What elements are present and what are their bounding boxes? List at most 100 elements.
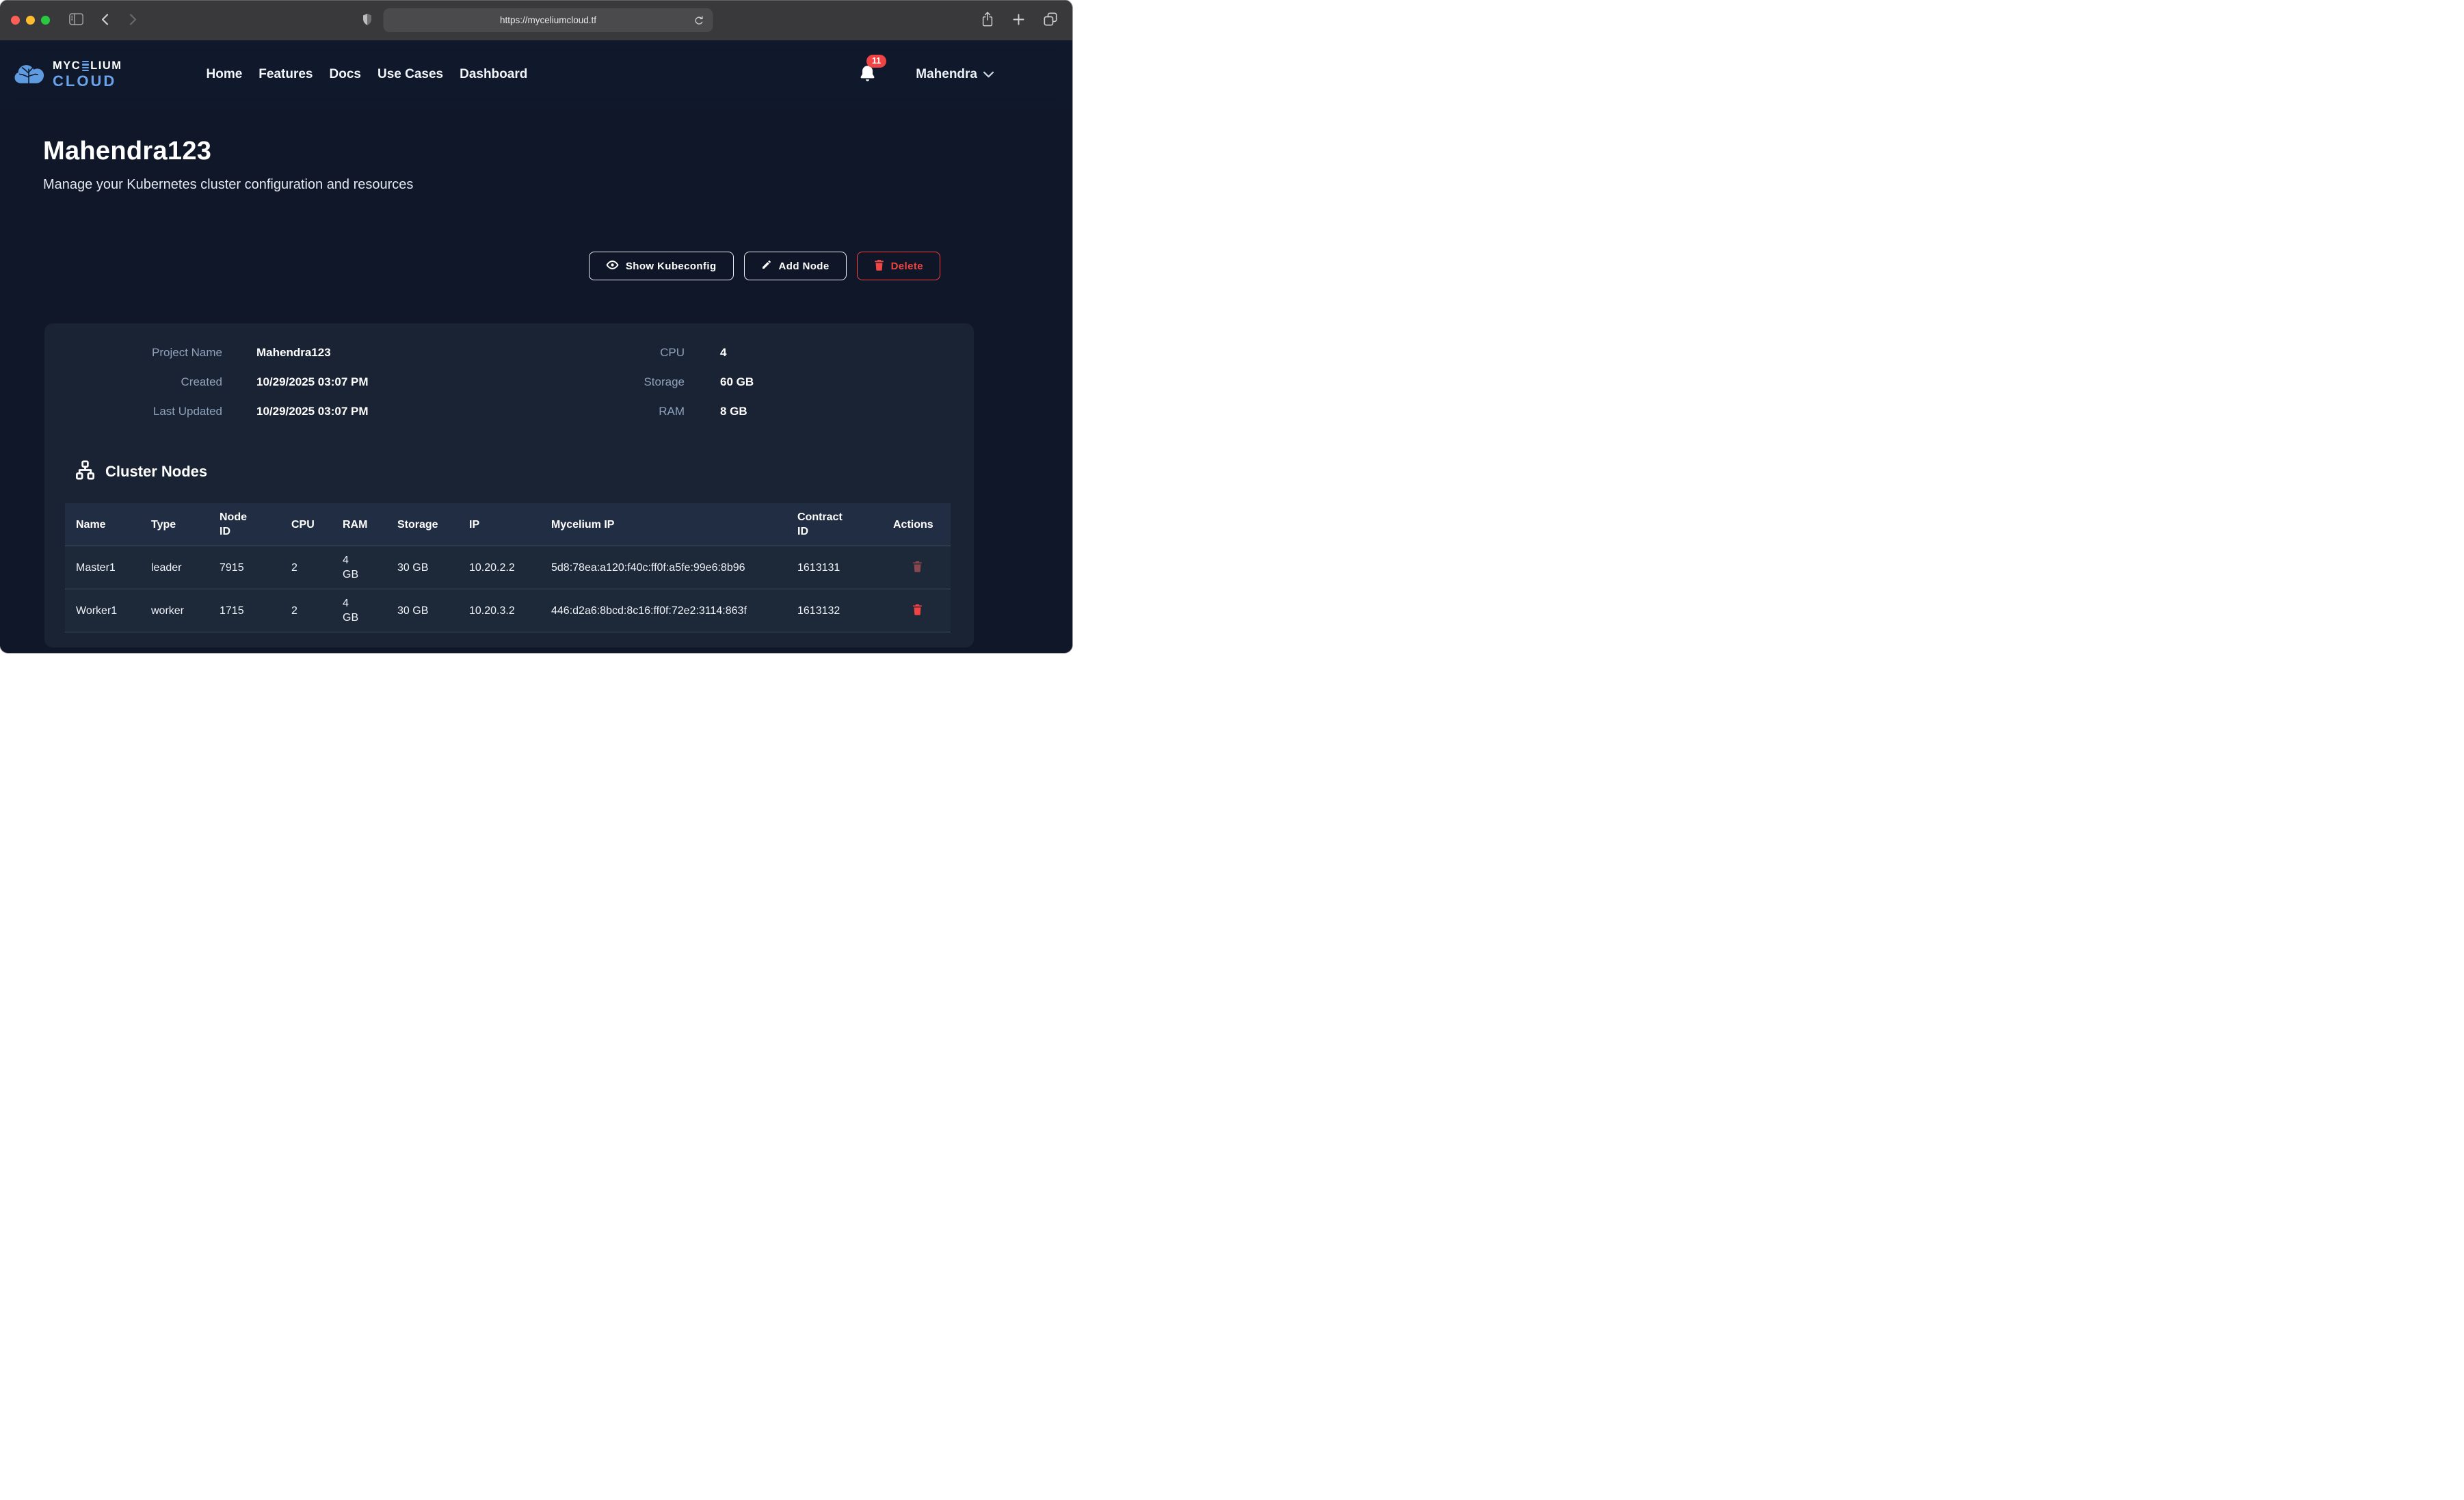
created-value: 10/29/2025 03:07 PM	[256, 375, 508, 389]
page: MYC LIUM CLOUD Home Features Docs Use Ca…	[0, 40, 1072, 653]
nav-item-docs[interactable]: Docs	[330, 67, 361, 82]
nav-menu: Home Features Docs Use Cases Dashboard	[207, 67, 528, 82]
trash-icon	[912, 564, 923, 574]
node-name: Worker1	[65, 597, 140, 625]
new-tab-button[interactable]	[1010, 11, 1027, 30]
nav-item-features[interactable]: Features	[259, 67, 313, 82]
col-header-mycelium-ip: Mycelium IP	[540, 511, 786, 539]
close-window-button[interactable]	[11, 16, 20, 25]
share-button[interactable]	[979, 9, 996, 31]
node-contract-id: 1613132	[786, 597, 882, 625]
node-mycelium-ip: 446:d2a6:8bcd:8c16:ff0f:72e2:3114:863f	[540, 597, 786, 625]
cluster-actions: Show Kubeconfig Add Node	[44, 252, 940, 280]
shield-icon	[362, 13, 373, 28]
nav-item-home[interactable]: Home	[207, 67, 243, 82]
brand-wordmark: MYC LIUM CLOUD	[53, 60, 122, 89]
node-mycelium-ip: 5d8:78ea:a120:f40c:ff0f:a5fe:99e6:8b96	[540, 554, 786, 582]
nav-item-use-cases[interactable]: Use Cases	[377, 67, 443, 82]
table-row: Master1 leader 7915 2 4 GB 30 GB 10.20.2…	[65, 546, 951, 589]
delete-node-button[interactable]	[911, 602, 924, 619]
node-ram: 4 GB	[332, 589, 386, 632]
cpu-label: CPU	[508, 346, 685, 360]
browser-chrome: https://myceliumcloud.tf	[0, 0, 1072, 40]
page-subtitle: Manage your Kubernetes cluster configura…	[43, 177, 1072, 193]
show-kubeconfig-label: Show Kubeconfig	[626, 260, 717, 272]
last-updated-value: 10/29/2025 03:07 PM	[256, 405, 508, 418]
user-menu[interactable]: Mahendra	[916, 67, 994, 82]
node-storage: 30 GB	[386, 554, 458, 582]
node-ip: 10.20.2.2	[458, 554, 540, 582]
main-content: Mahendra123 Manage your Kubernetes clust…	[0, 40, 1072, 647]
col-header-ip: IP	[458, 511, 540, 539]
ram-value: 8 GB	[720, 405, 951, 418]
minimize-window-button[interactable]	[26, 16, 35, 25]
cpu-value: 4	[720, 346, 951, 360]
user-name: Mahendra	[916, 67, 977, 82]
url-bar[interactable]: https://myceliumcloud.tf	[384, 8, 713, 32]
col-header-contract-id: Contract ID	[786, 503, 882, 546]
node-id: 7915	[209, 554, 280, 582]
col-header-name: Name	[65, 511, 140, 539]
trash-icon	[912, 607, 923, 617]
col-header-type: Type	[140, 511, 209, 539]
forward-button[interactable]	[127, 11, 140, 30]
col-header-node-id: Node ID	[209, 503, 280, 546]
show-kubeconfig-button[interactable]: Show Kubeconfig	[589, 252, 734, 280]
node-type: worker	[140, 597, 209, 625]
zoom-window-button[interactable]	[41, 16, 50, 25]
page-title: Mahendra123	[43, 136, 1072, 166]
reload-button[interactable]	[691, 13, 707, 31]
storage-value: 60 GB	[720, 375, 951, 389]
notification-count-badge: 11	[866, 55, 886, 68]
notifications-button[interactable]: 11	[859, 64, 876, 85]
plus-icon	[1013, 14, 1024, 27]
node-ram: 4 GB	[332, 546, 386, 589]
forward-arrow-icon	[129, 14, 137, 27]
share-icon	[981, 12, 994, 29]
last-updated-label: Last Updated	[65, 405, 222, 418]
col-header-actions: Actions	[882, 511, 951, 539]
nav-item-dashboard[interactable]: Dashboard	[460, 67, 527, 82]
stylized-e-icon	[82, 61, 89, 71]
project-info: Project Name Mahendra123 Created 10/29/2…	[65, 346, 951, 418]
col-header-cpu: CPU	[280, 511, 332, 539]
cluster-nodes-icon	[75, 459, 96, 484]
back-button[interactable]	[98, 11, 111, 30]
delete-node-button[interactable]	[911, 559, 924, 576]
project-name-label: Project Name	[65, 346, 222, 360]
chevron-down-icon	[983, 70, 994, 80]
brand-word1-post: LIUM	[90, 60, 122, 72]
table-row: Worker1 worker 1715 2 4 GB 30 GB 10.20.3…	[65, 589, 951, 632]
col-header-ram: RAM	[332, 511, 386, 539]
cluster-nodes-table: Name Type Node ID CPU RAM Storage IP Myc…	[65, 503, 951, 632]
mycelium-cloud-logo-icon	[14, 61, 46, 89]
node-actions	[882, 595, 951, 626]
node-id: 1715	[209, 597, 280, 625]
ram-label: RAM	[508, 405, 685, 418]
table-header-row: Name Type Node ID CPU RAM Storage IP Myc…	[65, 503, 951, 546]
storage-label: Storage	[508, 375, 685, 389]
add-node-button[interactable]: Add Node	[744, 252, 847, 280]
browser-window: https://myceliumcloud.tf	[0, 0, 1072, 653]
delete-cluster-button[interactable]: Delete	[857, 252, 940, 280]
node-ip: 10.20.3.2	[458, 597, 540, 625]
brand-word1-pre: MYC	[53, 60, 81, 72]
back-arrow-icon	[101, 14, 109, 27]
node-name: Master1	[65, 554, 140, 582]
node-actions	[882, 552, 951, 583]
project-name-value: Mahendra123	[256, 346, 508, 360]
reload-icon	[694, 16, 704, 29]
node-cpu: 2	[280, 554, 332, 582]
brand-logo[interactable]: MYC LIUM CLOUD	[14, 60, 122, 89]
delete-label: Delete	[891, 260, 923, 272]
url-text: https://myceliumcloud.tf	[500, 15, 596, 25]
sidebar-icon	[69, 13, 83, 27]
privacy-shield-button[interactable]	[360, 10, 375, 31]
node-storage: 30 GB	[386, 597, 458, 625]
add-node-label: Add Node	[779, 260, 830, 272]
node-cpu: 2	[280, 597, 332, 625]
top-navigation: MYC LIUM CLOUD Home Features Docs Use Ca…	[0, 40, 1072, 109]
sidebar-toggle-button[interactable]	[66, 10, 86, 30]
eye-icon	[606, 260, 619, 273]
tab-overview-button[interactable]	[1041, 10, 1060, 31]
